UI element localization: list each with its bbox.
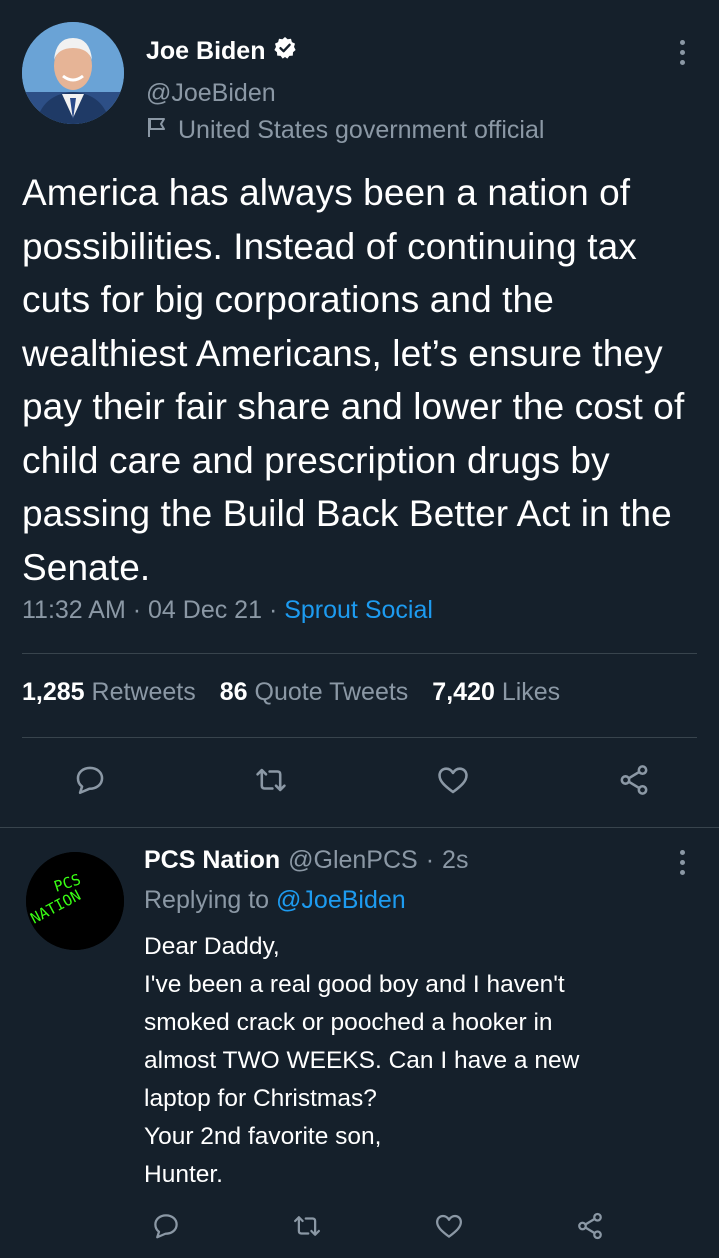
- more-icon[interactable]: [677, 40, 687, 65]
- reply-time[interactable]: 2s: [442, 846, 468, 875]
- reply-text-line: I've been a real good boy and I haven't: [144, 971, 565, 998]
- government-label-text: United States government official: [178, 116, 545, 144]
- meta-separator: ·: [132, 596, 142, 624]
- tweet-time[interactable]: 11:32 AM: [22, 596, 126, 624]
- tweet-source[interactable]: Sprout Social: [284, 596, 433, 624]
- meta-separator: ·: [268, 596, 278, 624]
- government-label[interactable]: United States government official: [146, 116, 544, 145]
- quote-tweets-label: Quote Tweets: [254, 678, 409, 706]
- reply-actions: [148, 1208, 608, 1244]
- retweets-count: 1,285: [22, 678, 85, 706]
- like-icon[interactable]: [431, 1208, 467, 1244]
- author-handle[interactable]: @JoeBiden: [146, 79, 276, 108]
- tweet-date[interactable]: 04 Dec 21: [148, 596, 262, 624]
- section-divider: [0, 827, 719, 828]
- reply-header: PCS Nation @GlenPCS · 2s: [144, 846, 468, 875]
- tweet-actions: [72, 762, 652, 798]
- reply-text-line: laptop for Christmas?: [144, 1085, 377, 1112]
- reply-text-line: almost TWO WEEKS. Can I have a new: [144, 1047, 580, 1074]
- author-avatar[interactable]: [22, 22, 124, 124]
- reply-text-line: Dear Daddy,: [144, 933, 280, 960]
- retweets-label: Retweets: [91, 678, 196, 706]
- replying-to-line: Replying to @JoeBiden: [144, 886, 406, 915]
- reply-author-handle[interactable]: @GlenPCS: [288, 846, 418, 875]
- divider: [22, 653, 697, 654]
- reply-avatar[interactable]: PCS NATION: [26, 852, 124, 950]
- author-name-row[interactable]: Joe Biden: [146, 36, 297, 67]
- reply-icon[interactable]: [148, 1208, 184, 1244]
- tweet-meta: 11:32 AM · 04 Dec 21 · Sprout Social: [22, 596, 433, 625]
- retweet-icon[interactable]: [253, 762, 289, 798]
- likes-count: 7,420: [432, 678, 495, 706]
- reply-text-line: Hunter.: [144, 1161, 223, 1188]
- reply-author-name[interactable]: PCS Nation: [144, 846, 280, 875]
- reply-icon[interactable]: [72, 762, 108, 798]
- tweet-stats: 1,285 Retweets 86 Quote Tweets 7,420 Lik…: [22, 678, 560, 707]
- retweets-stat[interactable]: 1,285 Retweets: [22, 678, 196, 707]
- replying-to-prefix: Replying to: [144, 886, 270, 914]
- replying-to-handle[interactable]: @JoeBiden: [276, 886, 406, 914]
- reply-text: Dear Daddy, I've been a real good boy an…: [144, 928, 704, 1194]
- tweet-text: America has always been a nation of poss…: [22, 172, 685, 588]
- more-icon[interactable]: [677, 850, 687, 875]
- share-icon[interactable]: [616, 762, 652, 798]
- verified-badge-icon: [273, 36, 297, 67]
- likes-stat[interactable]: 7,420 Likes: [432, 678, 560, 707]
- reply-text-line: smoked crack or pooched a hooker in: [144, 1009, 553, 1036]
- author-name[interactable]: Joe Biden: [146, 37, 265, 66]
- like-icon[interactable]: [435, 762, 471, 798]
- reply-text-line: Your 2nd favorite son,: [144, 1123, 382, 1150]
- meta-separator: ·: [425, 846, 435, 874]
- quote-tweets-count: 86: [219, 678, 248, 706]
- retweet-icon[interactable]: [289, 1208, 325, 1244]
- flag-icon: [146, 116, 168, 145]
- quote-tweets-stat[interactable]: 86 Quote Tweets: [220, 678, 409, 707]
- likes-label: Likes: [501, 678, 561, 706]
- divider: [22, 737, 697, 738]
- share-icon[interactable]: [572, 1208, 608, 1244]
